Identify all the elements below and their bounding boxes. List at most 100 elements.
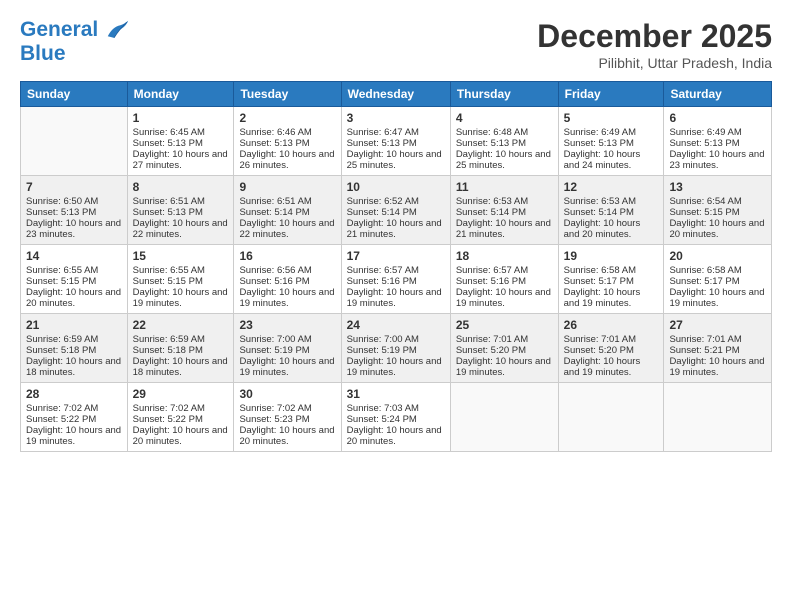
day-number: 16 [239,249,335,263]
calendar-header-row: Sunday Monday Tuesday Wednesday Thursday… [21,82,772,107]
sunrise-text: Sunrise: 6:58 AM [669,265,766,276]
calendar-cell: 18Sunrise: 6:57 AMSunset: 5:16 PMDayligh… [450,245,558,314]
daylight-text: Daylight: 10 hours and 19 minutes. [669,356,766,378]
daylight-text: Daylight: 10 hours and 19 minutes. [669,287,766,309]
daylight-text: Daylight: 10 hours and 20 minutes. [133,425,229,447]
calendar-cell: 6Sunrise: 6:49 AMSunset: 5:13 PMDaylight… [664,107,772,176]
sunrise-text: Sunrise: 6:48 AM [456,127,553,138]
day-number: 1 [133,111,229,125]
calendar-cell: 3Sunrise: 6:47 AMSunset: 5:13 PMDaylight… [341,107,450,176]
day-number: 30 [239,387,335,401]
sunrise-text: Sunrise: 7:03 AM [347,403,445,414]
sunrise-text: Sunrise: 7:02 AM [26,403,122,414]
sunrise-text: Sunrise: 7:01 AM [456,334,553,345]
sunset-text: Sunset: 5:16 PM [456,276,553,287]
day-number: 29 [133,387,229,401]
sunset-text: Sunset: 5:24 PM [347,414,445,425]
daylight-text: Daylight: 10 hours and 19 minutes. [564,356,659,378]
sunrise-text: Sunrise: 6:47 AM [347,127,445,138]
daylight-text: Daylight: 10 hours and 25 minutes. [456,149,553,171]
calendar-cell: 31Sunrise: 7:03 AMSunset: 5:24 PMDayligh… [341,383,450,452]
sunset-text: Sunset: 5:13 PM [669,138,766,149]
daylight-text: Daylight: 10 hours and 19 minutes. [456,287,553,309]
daylight-text: Daylight: 10 hours and 26 minutes. [239,149,335,171]
calendar-cell: 1Sunrise: 6:45 AMSunset: 5:13 PMDaylight… [127,107,234,176]
sunrise-text: Sunrise: 6:55 AM [133,265,229,276]
calendar-cell: 5Sunrise: 6:49 AMSunset: 5:13 PMDaylight… [558,107,664,176]
sunrise-text: Sunrise: 7:01 AM [669,334,766,345]
calendar-cell [450,383,558,452]
day-number: 23 [239,318,335,332]
sunrise-text: Sunrise: 6:58 AM [564,265,659,276]
calendar-cell: 19Sunrise: 6:58 AMSunset: 5:17 PMDayligh… [558,245,664,314]
sunset-text: Sunset: 5:23 PM [239,414,335,425]
sunset-text: Sunset: 5:15 PM [669,207,766,218]
day-number: 19 [564,249,659,263]
daylight-text: Daylight: 10 hours and 18 minutes. [26,356,122,378]
sunset-text: Sunset: 5:14 PM [564,207,659,218]
sunrise-text: Sunrise: 6:51 AM [133,196,229,207]
day-number: 27 [669,318,766,332]
calendar-cell: 8 Sunrise: 6:51 AMSunset: 5:13 PMDaylight… [127,176,234,245]
sunrise-text: Sunrise: 6:50 AM [26,196,122,207]
calendar-cell: 12Sunrise: 6:53 AMSunset: 5:14 PMDayligh… [558,176,664,245]
calendar-cell: 16Sunrise: 6:56 AMSunset: 5:16 PMDayligh… [234,245,341,314]
col-monday: Monday [127,82,234,107]
sunset-text: Sunset: 5:13 PM [564,138,659,149]
daylight-text: Daylight: 10 hours and 20 minutes. [347,425,445,447]
sunrise-text: Sunrise: 6:57 AM [347,265,445,276]
sunset-text: Sunset: 5:15 PM [26,276,122,287]
calendar-cell: 9Sunrise: 6:51 AMSunset: 5:14 PMDaylight… [234,176,341,245]
daylight-text: Daylight: 10 hours and 18 minutes. [133,356,229,378]
calendar-cell: 11Sunrise: 6:53 AMSunset: 5:14 PMDayligh… [450,176,558,245]
title-block: December 2025 Pilibhit, Uttar Pradesh, I… [537,18,772,71]
sunrise-text: Sunrise: 6:45 AM [133,127,229,138]
sunrise-text: Sunrise: 6:57 AM [456,265,553,276]
daylight-text: Daylight: 10 hours and 19 minutes. [239,287,335,309]
calendar-week-row: 7Sunrise: 6:50 AMSunset: 5:13 PMDaylight… [21,176,772,245]
month-title: December 2025 [537,18,772,55]
logo-text: General [20,18,130,42]
calendar-week-row: 28Sunrise: 7:02 AMSunset: 5:22 PMDayligh… [21,383,772,452]
calendar-cell: 4Sunrise: 6:48 AMSunset: 5:13 PMDaylight… [450,107,558,176]
daylight-text: Daylight: 10 hours and 22 minutes. [133,218,229,240]
calendar-cell: 29Sunrise: 7:02 AMSunset: 5:22 PMDayligh… [127,383,234,452]
day-number: 13 [669,180,766,194]
sunrise-text: Sunrise: 6:53 AM [456,196,553,207]
calendar-cell: 2Sunrise: 6:46 AMSunset: 5:13 PMDaylight… [234,107,341,176]
sunset-text: Sunset: 5:14 PM [347,207,445,218]
calendar-cell [558,383,664,452]
calendar-cell: 21Sunrise: 6:59 AMSunset: 5:18 PMDayligh… [21,314,128,383]
day-number: 17 [347,249,445,263]
sunrise-text: Sunrise: 7:00 AM [239,334,335,345]
day-number: 14 [26,249,122,263]
logo-bird-icon [106,19,130,41]
sunset-text: Sunset: 5:16 PM [239,276,335,287]
sunset-text: Sunset: 5:17 PM [564,276,659,287]
sunset-text: Sunset: 5:13 PM [26,207,122,218]
calendar-cell [664,383,772,452]
sunset-text: Sunset: 5:19 PM [347,345,445,356]
daylight-text: Daylight: 10 hours and 19 minutes. [26,425,122,447]
logo-general: General [20,18,98,41]
sunrise-text: Sunrise: 7:02 AM [133,403,229,414]
sunrise-text: Sunrise: 6:51 AM [239,196,335,207]
sunrise-text: Sunrise: 7:00 AM [347,334,445,345]
sunset-text: Sunset: 5:13 PM [133,207,229,218]
sunrise-text: Sunrise: 6:59 AM [26,334,122,345]
day-number: 8 [133,180,229,194]
day-number: 9 [239,180,335,194]
calendar-cell: 24Sunrise: 7:00 AMSunset: 5:19 PMDayligh… [341,314,450,383]
daylight-text: Daylight: 10 hours and 24 minutes. [564,149,659,171]
daylight-text: Daylight: 10 hours and 20 minutes. [26,287,122,309]
daylight-text: Daylight: 10 hours and 19 minutes. [239,356,335,378]
sunset-text: Sunset: 5:16 PM [347,276,445,287]
sunset-text: Sunset: 5:19 PM [239,345,335,356]
sunset-text: Sunset: 5:18 PM [133,345,229,356]
sunset-text: Sunset: 5:14 PM [239,207,335,218]
sunset-text: Sunset: 5:13 PM [347,138,445,149]
sunset-text: Sunset: 5:20 PM [564,345,659,356]
calendar-cell: 23 Sunrise: 7:00 AMSunset: 5:19 PMDayligh… [234,314,341,383]
location-subtitle: Pilibhit, Uttar Pradesh, India [537,55,772,71]
day-number: 15 [133,249,229,263]
